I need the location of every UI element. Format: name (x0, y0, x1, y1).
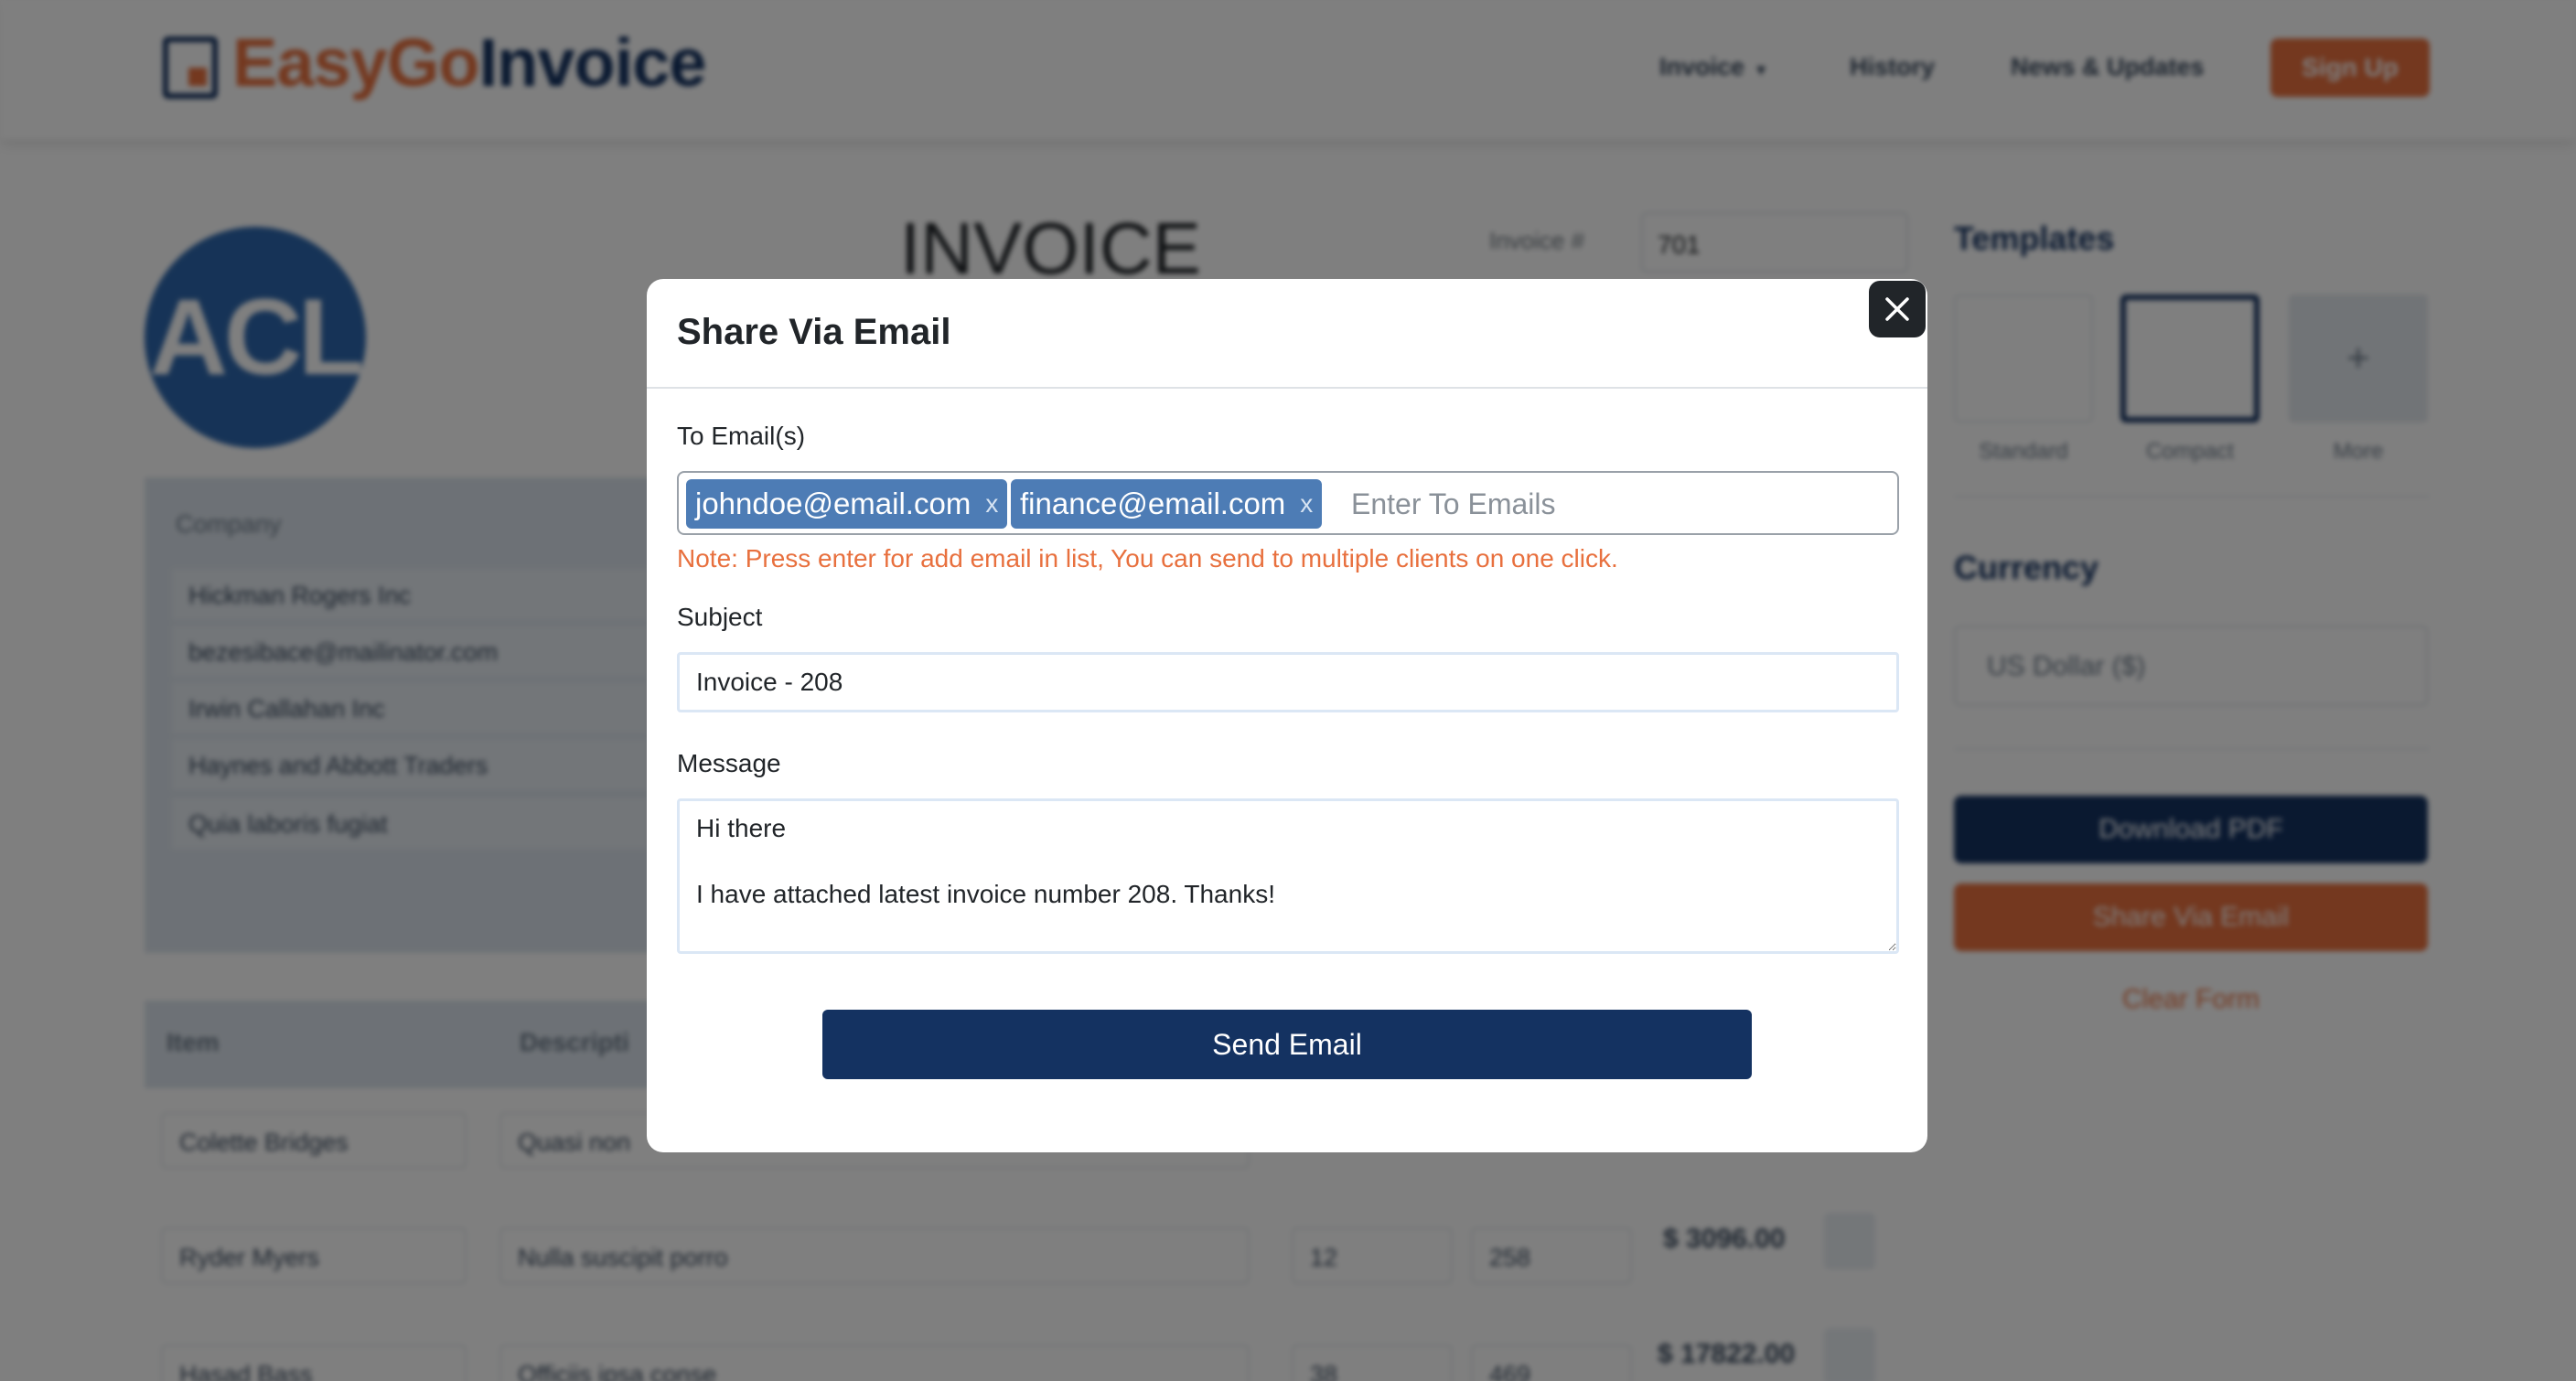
email-note: Note: Press enter for add email in list,… (677, 544, 1618, 573)
close-icon (1885, 297, 1909, 321)
send-email-button[interactable]: Send Email (822, 1010, 1752, 1079)
to-emails-input[interactable] (1351, 480, 1882, 528)
to-emails-field[interactable]: johndoe@email.com x finance@email.com x (677, 471, 1899, 535)
subject-input[interactable] (677, 652, 1899, 712)
remove-email-button[interactable]: x (985, 489, 998, 519)
remove-email-button[interactable]: x (1300, 489, 1313, 519)
email-chip-address: finance@email.com (1020, 487, 1286, 520)
email-chip-address: johndoe@email.com (695, 487, 971, 520)
email-chip: johndoe@email.com x (686, 479, 1008, 529)
modal-header: Share Via Email (647, 279, 1927, 389)
email-chip: finance@email.com x (1011, 479, 1323, 529)
modal-title: Share Via Email (677, 312, 951, 352)
message-textarea[interactable]: Hi there I have attached latest invoice … (677, 798, 1899, 954)
subject-label: Subject (677, 603, 763, 631)
share-email-modal: Share Via Email To Email(s) johndoe@emai… (647, 279, 1927, 1152)
close-button[interactable] (1869, 281, 1926, 337)
message-label: Message (677, 749, 781, 777)
to-emails-label: To Email(s) (677, 422, 806, 450)
